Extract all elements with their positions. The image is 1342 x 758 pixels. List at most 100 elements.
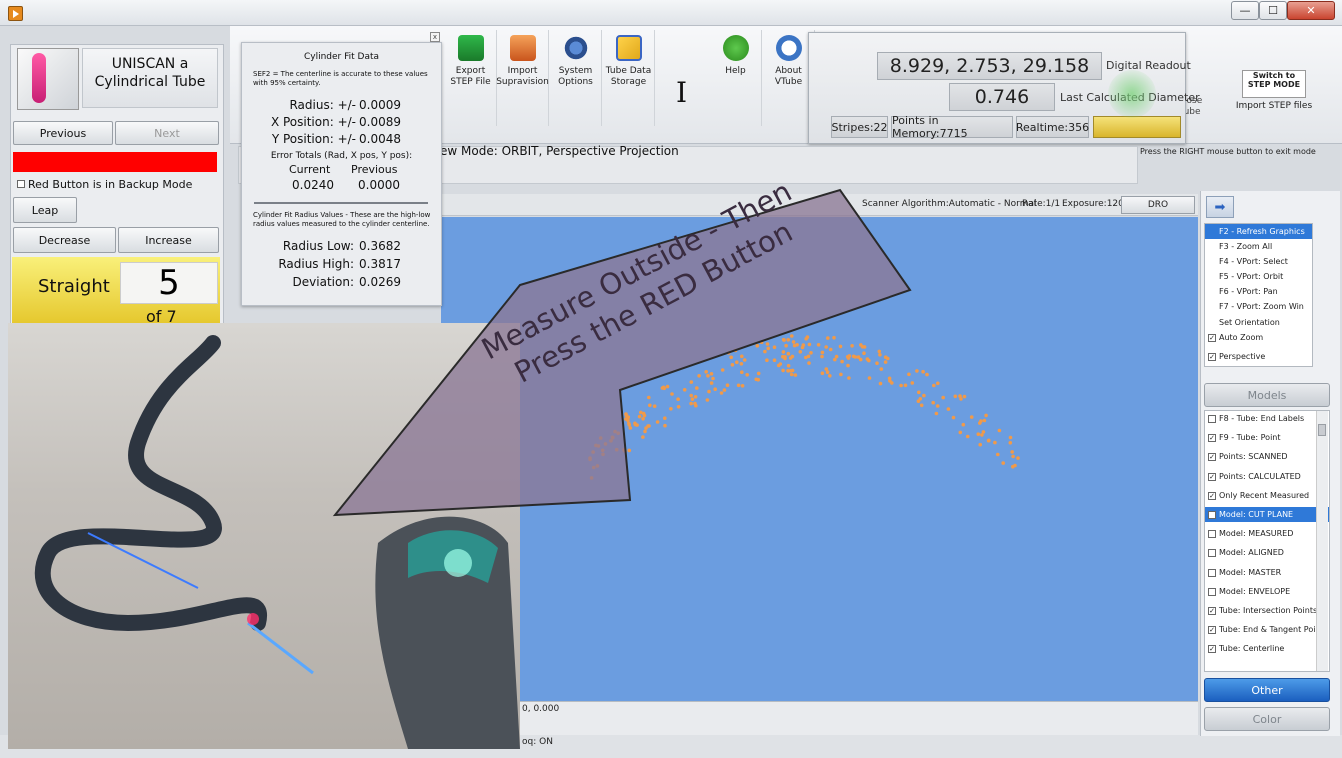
model-toggle-item[interactable]: Model: MEASURED [1205,526,1329,541]
checkbox-icon[interactable]: ✓ [1208,626,1216,635]
checkbox-icon[interactable]: ✓ [1208,353,1216,361]
checkbox-icon[interactable]: ✓ [1208,645,1216,654]
import-step-label[interactable]: Import STEP files [1226,101,1322,111]
model-toggle-item[interactable]: Model: ALIGNED [1205,545,1329,560]
export-step-button[interactable]: Export STEP File [445,30,497,126]
minimize-button[interactable]: — [1231,1,1259,20]
checkbox-icon[interactable]: ✓ [1208,607,1216,615]
error-totals-title: Error Totals (Rad, X pos, Y pos): [270,151,413,161]
digital-readout-label: Digital Readout [1106,59,1191,72]
model-toggle-item[interactable]: ✓ Only Recent Measured [1205,488,1329,503]
import-supravision-icon [509,35,536,61]
checkbox-icon[interactable] [1208,549,1216,558]
model-toggle-item[interactable]: ✓ F9 - Tube: Point [1205,430,1329,445]
scan-point [921,369,925,374]
other-header[interactable]: Other [1204,678,1330,702]
model-toggle-item[interactable]: Model: ENVELOPE [1205,584,1329,599]
checkbox-icon[interactable] [1208,587,1216,596]
backup-mode-checkbox[interactable]: Red Button is in Backup Mode [17,178,192,191]
model-toggle-item[interactable]: Model: MASTER [1205,565,1329,580]
mouse-highlight [1108,70,1156,118]
red-button-indicator[interactable] [13,152,217,172]
view-command-label: F7 - VPort: Zoom Win [1219,302,1304,311]
checkbox-icon[interactable] [1208,568,1216,577]
view-command-item[interactable]: F4 - VPort: Select [1205,254,1312,269]
view-command-item[interactable]: Set Orientation [1205,315,1312,330]
scan-point [1010,450,1014,454]
scan-point [1016,456,1020,460]
model-toggle-label: Model: MEASURED [1219,529,1294,539]
realtime-status-bar [1093,116,1181,138]
model-toggle-label: Tube: End & Tangent Points [1219,625,1328,635]
scan-point [953,394,958,399]
checkbox-icon[interactable]: ✓ [1208,334,1216,342]
scrollbar-thumb[interactable] [1318,424,1326,436]
view-command-item[interactable]: F3 - Zoom All [1205,239,1312,254]
scan-point [958,394,962,398]
app-icon[interactable] [8,6,23,21]
leap-button[interactable]: Leap [13,197,77,223]
increase-button[interactable]: Increase [118,227,219,253]
model-toggle-label: F9 - Tube: Point [1219,433,1281,443]
view-command-item[interactable]: F6 - VPort: Pan [1205,284,1312,299]
model-list-scrollbar[interactable] [1316,411,1328,671]
checkbox-icon[interactable] [1208,511,1216,519]
view-command-label: F5 - VPort: Orbit [1219,272,1284,281]
scan-point [922,393,926,398]
checkbox-icon[interactable]: ✓ [1208,472,1216,481]
decrease-button[interactable]: Decrease [13,227,116,253]
checkbox-icon[interactable] [1208,415,1216,423]
x-position-value: 0.0089 [359,115,401,129]
scan-point [932,383,936,388]
model-toggle-label: Points: SCANNED [1219,452,1288,462]
view-command-item[interactable]: F5 - VPort: Orbit [1205,269,1312,284]
step-mode-logo[interactable]: Switch to STEP MODE [1242,70,1306,98]
section-number: 5 [120,262,218,304]
scan-point [965,434,970,439]
help-button[interactable]: Help [710,30,762,126]
section-label: Straight [38,276,110,297]
model-toggle-item[interactable]: ✓ Tube: Intersection Points [1205,603,1329,618]
checkbox-icon[interactable]: ✓ [1208,434,1216,443]
color-header[interactable]: Color [1204,707,1330,731]
import-supravision-button[interactable]: Import Supravision [496,30,549,126]
scan-point [978,442,982,447]
previous-button[interactable]: Previous [13,121,113,145]
next-button[interactable]: Next [115,121,219,145]
dro-button[interactable]: DRO [1121,196,1195,214]
scan-point [980,433,984,437]
current-label: Current [289,163,331,176]
model-toggle-item[interactable]: Model: CUT PLANE [1205,507,1329,522]
scan-point [936,381,940,386]
scan-title: UNISCAN a Cylindrical Tube [82,48,218,108]
view-command-item[interactable]: F7 - VPort: Zoom Win [1205,299,1312,314]
close-button[interactable]: ✕ [1287,1,1335,20]
close-icon[interactable]: x [430,32,440,42]
view-command-item[interactable]: ✓ Perspective [1205,349,1312,364]
scan-point [919,403,924,408]
models-header[interactable]: Models [1204,383,1330,407]
arrow-right-icon[interactable]: ➡ [1206,196,1234,218]
view-mode-text: ew Mode: ORBIT, Perspective Projection [440,144,679,158]
model-toggle-item[interactable]: ✓ Points: SCANNED [1205,449,1329,464]
tube-data-storage-button[interactable]: Tube Data Storage [603,30,655,126]
scan-point [979,419,983,423]
checkbox-icon[interactable]: ✓ [1208,453,1216,462]
maximize-button[interactable]: ☐ [1259,1,1287,20]
view-command-item[interactable]: F2 - Refresh Graphics [1205,224,1312,239]
snap-status: oq: ON [522,737,553,747]
previous-label: Previous [351,163,398,176]
model-toggle-item[interactable]: ✓ Tube: End & Tangent Points [1205,622,1329,637]
model-toggle-item[interactable]: ✓ Tube: Centerline [1205,641,1329,656]
view-command-item[interactable]: ✓ Auto Zoom [1205,330,1312,345]
radius-label: Radius: +/- [289,98,356,112]
system-options-button[interactable]: System Options [550,30,602,126]
title-bar [0,0,1342,26]
scan-point [982,418,987,423]
checkbox-icon[interactable]: ✓ [1208,491,1216,500]
model-toggle-item[interactable]: ✓ Points: CALCULATED [1205,469,1329,484]
checkbox-icon[interactable] [1208,530,1216,539]
info-icon [775,35,802,61]
model-toggle-item[interactable]: F8 - Tube: End Labels [1205,411,1329,426]
checkbox-icon[interactable] [17,180,25,188]
